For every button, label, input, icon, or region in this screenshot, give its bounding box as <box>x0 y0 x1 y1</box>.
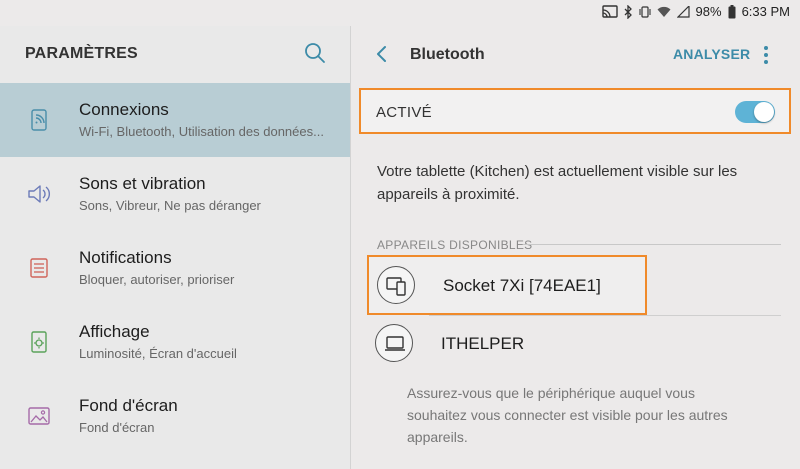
bluetooth-toggle-row[interactable]: ACTIVÉ <box>359 88 791 134</box>
visibility-hint: Assurez-vous que le périphérique auquel … <box>407 385 728 445</box>
device-name: Socket 7Xi [74EAE1] <box>443 276 601 295</box>
menu-item-title: Connexions <box>79 100 169 119</box>
more-options-button[interactable] <box>758 43 774 67</box>
menu-item-title: Fond d'écran <box>79 396 178 415</box>
settings-list-pane: PARAMÈTRES Connexions Wi-Fi, Bluetooth, … <box>0 26 350 469</box>
clock: 6:33 PM <box>741 4 790 19</box>
search-icon <box>305 43 325 63</box>
settings-header: PARAMÈTRES <box>0 26 350 83</box>
menu-item-subtitle: Fond d'écran <box>79 420 155 435</box>
vibrate-icon <box>638 5 651 19</box>
laptop-icon <box>375 324 413 362</box>
connections-icon <box>26 107 52 133</box>
menu-item-title: Notifications <box>79 248 172 267</box>
visibility-message: Votre tablette (Kitchen) est actuellemen… <box>377 163 738 203</box>
available-devices-heading: APPAREILS DISPONIBLES <box>377 238 533 252</box>
menu-item-title: Affichage <box>79 322 150 341</box>
status-icons: 98% 6:33 PM <box>601 4 790 19</box>
device-name: ITHELPER <box>441 334 525 353</box>
menu-item-sons-et-vibration[interactable]: Sons et vibration Sons, Vibreur, Ne pas … <box>0 157 350 231</box>
wallpaper-icon <box>26 403 52 429</box>
display-icon <box>26 329 52 355</box>
menu-item-subtitle: Wi-Fi, Bluetooth, Utilisation des donnée… <box>79 124 324 139</box>
menu-item-notifications[interactable]: Notifications Bloquer, autoriser, priori… <box>0 231 350 305</box>
battery-icon <box>728 4 736 19</box>
speaker-icon <box>26 181 52 207</box>
battery-percent: 98% <box>695 4 722 19</box>
bluetooth-pane: Bluetooth ANALYSER ACTIVÉ Votre tablette… <box>351 26 800 469</box>
cast-icon <box>601 5 618 18</box>
more-vert-icon <box>764 46 768 64</box>
section-divider <box>523 244 781 245</box>
wifi-icon <box>657 6 671 18</box>
phone-tablet-icon <box>377 266 415 304</box>
menu-item-fond-d-ecran[interactable]: Fond d'écran Fond d'écran <box>0 379 350 453</box>
menu-item-affichage[interactable]: Affichage Luminosité, Écran d'accueil <box>0 305 350 379</box>
bluetooth-toggle-switch[interactable] <box>735 101 775 123</box>
status-bar: 98% 6:33 PM <box>0 0 800 26</box>
bluetooth-status-label: ACTIVÉ <box>376 104 432 121</box>
back-button[interactable] <box>370 42 396 68</box>
signal-icon <box>676 5 690 18</box>
menu-item-title: Sons et vibration <box>79 174 206 193</box>
back-icon <box>377 46 386 62</box>
toggle-knob <box>754 102 774 122</box>
notifications-icon <box>26 255 52 281</box>
menu-item-subtitle: Sons, Vibreur, Ne pas déranger <box>79 198 261 213</box>
device-item-socket[interactable]: Socket 7Xi [74EAE1] <box>367 255 647 315</box>
menu-item-subtitle: Bloquer, autoriser, prioriser <box>79 272 235 287</box>
search-button[interactable] <box>304 42 330 68</box>
menu-item-connexions[interactable]: Connexions Wi-Fi, Bluetooth, Utilisation… <box>0 83 350 157</box>
bluetooth-icon <box>624 4 633 19</box>
menu-item-subtitle: Luminosité, Écran d'accueil <box>79 346 237 361</box>
bluetooth-title: Bluetooth <box>410 46 485 63</box>
bluetooth-header: Bluetooth ANALYSER <box>351 26 800 83</box>
page-title: PARAMÈTRES <box>25 45 138 62</box>
device-item-ithelper[interactable]: ITHELPER <box>367 315 647 375</box>
scan-button[interactable]: ANALYSER <box>673 46 750 62</box>
